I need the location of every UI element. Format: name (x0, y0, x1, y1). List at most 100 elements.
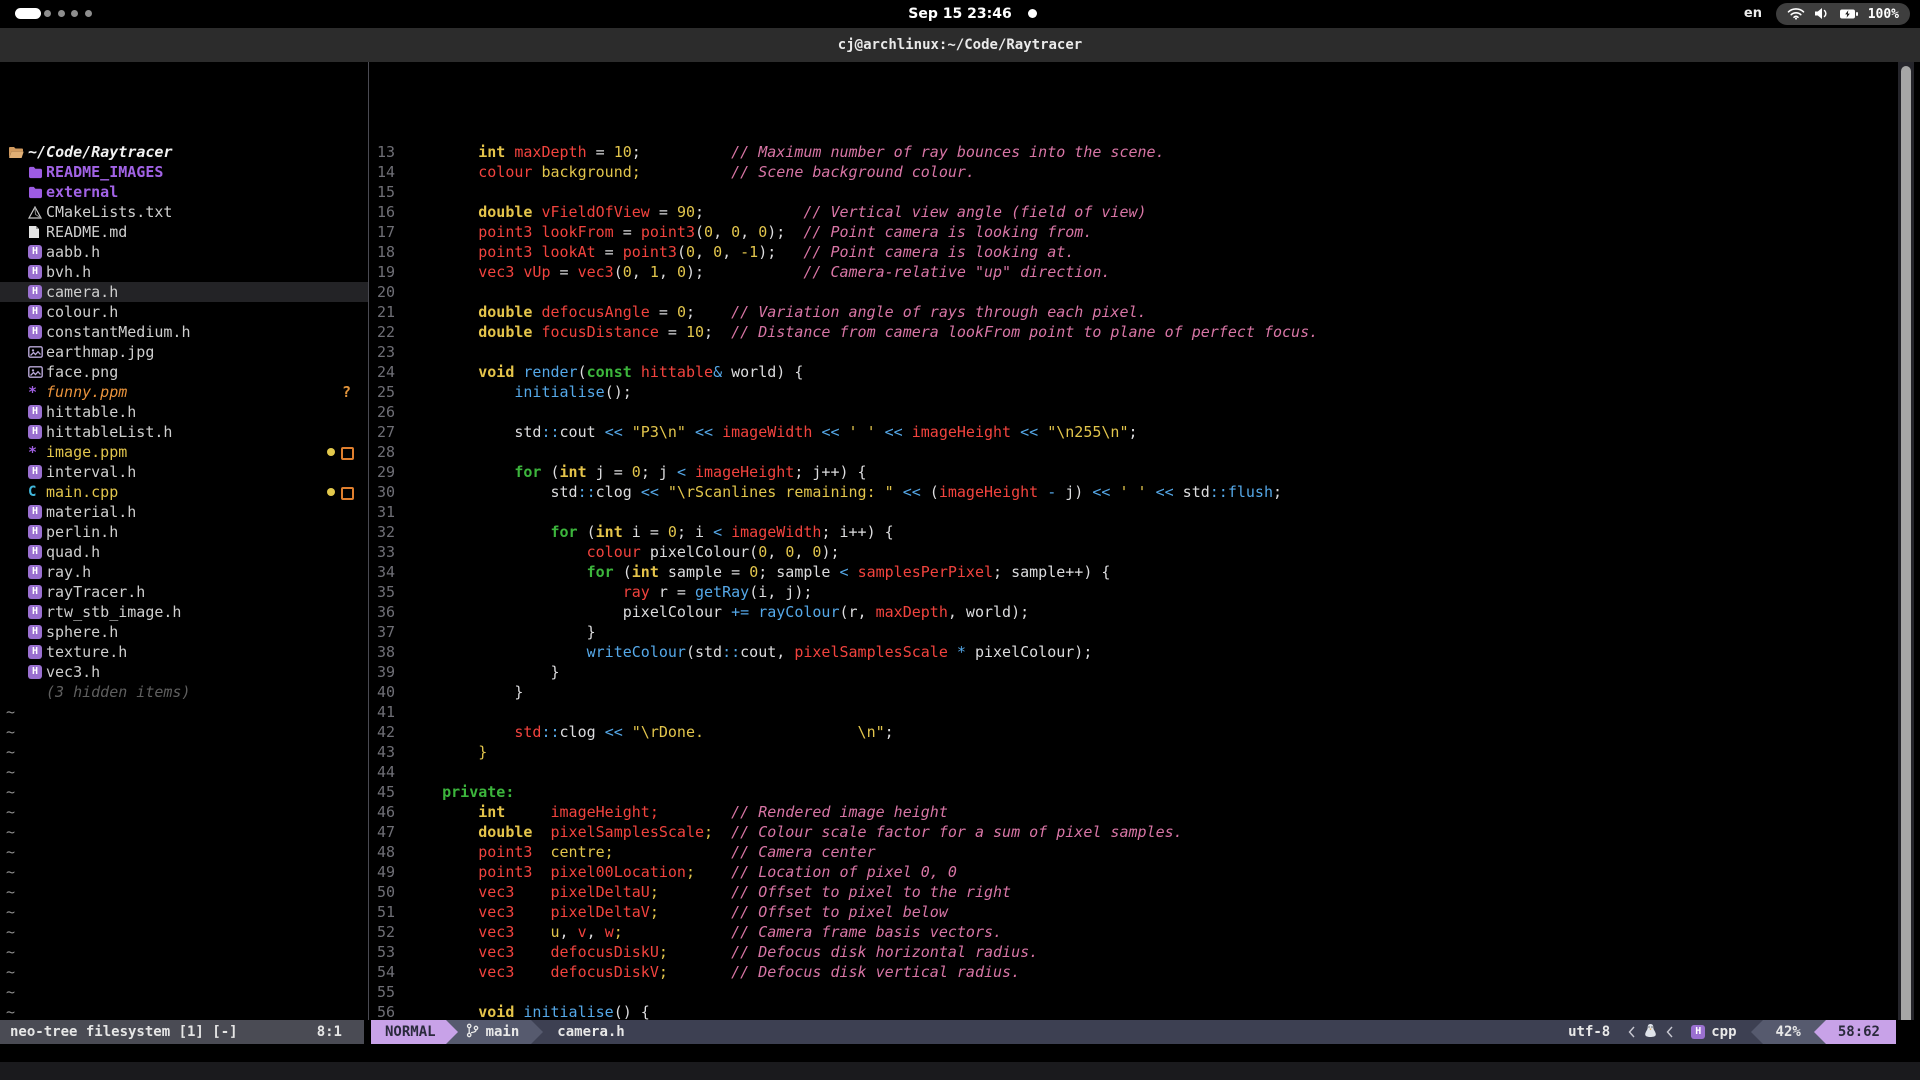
cursor-position-label: 58:62 (1826, 1020, 1896, 1044)
tree-item-raytracer.h[interactable]: HrayTracer.h (0, 582, 368, 602)
code-editor[interactable]: 13 int maxDepth = 10; // Maximum number … (369, 142, 1896, 1080)
folder-icon (28, 182, 43, 202)
code-line-52[interactable]: 52 vec3 u, v, w; // Camera frame basis v… (369, 922, 1896, 942)
line-number: 22 (369, 322, 395, 342)
tree-item-bvh.h[interactable]: Hbvh.h (0, 262, 368, 282)
code-line-23[interactable]: 23 (369, 342, 1896, 362)
code-line-28[interactable]: 28 (369, 442, 1896, 462)
system-top-bar: Sep 15 23:46 en 100% (0, 0, 1920, 28)
tree-item-sphere.h[interactable]: Hsphere.h (0, 622, 368, 642)
tree-item-external[interactable]: external (0, 182, 368, 202)
code-line-47[interactable]: 47 double pixelSamplesScale; // Colour s… (369, 822, 1896, 842)
tree-item-label: interval.h (46, 462, 136, 482)
scrollbar-track[interactable] (1898, 62, 1914, 1080)
star-icon: * (28, 442, 37, 462)
cpp-icon: C (28, 482, 36, 502)
code-line-56[interactable]: 56 void initialise() { (369, 1002, 1896, 1022)
line-number: 36 (369, 602, 395, 622)
tree-item-vec3.h[interactable]: Hvec3.h (0, 662, 368, 682)
code-line-30[interactable]: 30 std::clog << "\rScanlines remaining: … (369, 482, 1896, 502)
tree-item-ray.h[interactable]: Hray.h (0, 562, 368, 582)
tree-item--code-raytracer[interactable]: ~/Code/Raytracer (0, 142, 368, 162)
code-line-50[interactable]: 50 vec3 pixelDeltaU; // Offset to pixel … (369, 882, 1896, 902)
code-line-25[interactable]: 25 initialise(); (369, 382, 1896, 402)
code-line-27[interactable]: 27 std::cout << "P3\n" << imageWidth << … (369, 422, 1896, 442)
empty-line-tilde: ~ (0, 742, 368, 762)
code-line-29[interactable]: 29 for (int j = 0; j < imageHeight; j++)… (369, 462, 1896, 482)
code-line-17[interactable]: 17 point3 lookFrom = point3(0, 0, 0); //… (369, 222, 1896, 242)
code-line-43[interactable]: 43 } (369, 742, 1896, 762)
tree-item-constantmedium.h[interactable]: HconstantMedium.h (0, 322, 368, 342)
tree-item-hittablelist.h[interactable]: HhittableList.h (0, 422, 368, 442)
code-line-13[interactable]: 13 int maxDepth = 10; // Maximum number … (369, 142, 1896, 162)
code-line-34[interactable]: 34 for (int sample = 0; sample < samples… (369, 562, 1896, 582)
code-line-22[interactable]: 22 double focusDistance = 10; // Distanc… (369, 322, 1896, 342)
tree-item-image.ppm[interactable]: *image.ppm (0, 442, 368, 462)
neo-tree-sidebar[interactable]: ~/Code/RaytracerREADME_IMAGESexternalCMa… (0, 142, 368, 1080)
code-line-46[interactable]: 46 int imageHeight; // Rendered image he… (369, 802, 1896, 822)
tree-item-hittable.h[interactable]: Hhittable.h (0, 402, 368, 422)
tree-item-earthmap.jpg[interactable]: earthmap.jpg (0, 342, 368, 362)
code-line-44[interactable]: 44 (369, 762, 1896, 782)
code-line-38[interactable]: 38 writeColour(std::cout, pixelSamplesSc… (369, 642, 1896, 662)
tree-item-texture.h[interactable]: Htexture.h (0, 642, 368, 662)
header-icon: H (28, 542, 42, 562)
tree-item-readme-images[interactable]: README_IMAGES (0, 162, 368, 182)
code-line-48[interactable]: 48 point3 centre; // Camera center (369, 842, 1896, 862)
tree-item-quad.h[interactable]: Hquad.h (0, 542, 368, 562)
code-line-26[interactable]: 26 (369, 402, 1896, 422)
code-line-33[interactable]: 33 colour pixelColour(0, 0, 0); (369, 542, 1896, 562)
code-line-49[interactable]: 49 point3 pixel00Location; // Location o… (369, 862, 1896, 882)
tree-item-face.png[interactable]: face.png (0, 362, 368, 382)
code-line-32[interactable]: 32 for (int i = 0; i < imageWidth; i++) … (369, 522, 1896, 542)
code-line-14[interactable]: 14 colour background; // Scene backgroun… (369, 162, 1896, 182)
tree-item-label: rtw_stb_image.h (46, 602, 181, 622)
code-line-37[interactable]: 37 } (369, 622, 1896, 642)
code-line-42[interactable]: 42 std::clog << "\rDone. \n"; (369, 722, 1896, 742)
tree-item-cmakelists.txt[interactable]: CMakeLists.txt (0, 202, 368, 222)
tree-item-colour.h[interactable]: Hcolour.h (0, 302, 368, 322)
code-line-54[interactable]: 54 vec3 defocusDiskV; // Defocus disk ve… (369, 962, 1896, 982)
code-line-40[interactable]: 40 } (369, 682, 1896, 702)
code-line-36[interactable]: 36 pixelColour += rayColour(r, maxDepth,… (369, 602, 1896, 622)
system-tray[interactable]: 100% (1776, 3, 1910, 25)
tree-item--3-hidden-items-[interactable]: (3 hidden items) (0, 682, 368, 702)
code-line-53[interactable]: 53 vec3 defocusDiskU; // Defocus disk ho… (369, 942, 1896, 962)
git-branch-name: main (486, 1024, 520, 1040)
window-separator[interactable] (368, 62, 369, 1044)
tree-item-interval.h[interactable]: Hinterval.h (0, 462, 368, 482)
terminal-titlebar[interactable]: cj@archlinux:~/Code/Raytracer (0, 28, 1920, 62)
code-line-19[interactable]: 19 vec3 vUp = vec3(0, 1, 0); // Camera-r… (369, 262, 1896, 282)
code-line-41[interactable]: 41 (369, 702, 1896, 722)
scrollbar-thumb[interactable] (1901, 66, 1911, 1072)
language-indicator[interactable]: en (1744, 0, 1762, 28)
code-line-51[interactable]: 51 vec3 pixelDeltaV; // Offset to pixel … (369, 902, 1896, 922)
code-line-21[interactable]: 21 double defocusAngle = 0; // Variation… (369, 302, 1896, 322)
code-line-20[interactable]: 20 (369, 282, 1896, 302)
tree-item-label: material.h (46, 502, 136, 522)
tree-item-funny.ppm[interactable]: *funny.ppm? (0, 382, 368, 402)
tree-item-main.cpp[interactable]: Cmain.cpp (0, 482, 368, 502)
tree-item-label: quad.h (46, 542, 100, 562)
tree-item-readme.md[interactable]: README.md (0, 222, 368, 242)
tree-item-label: ray.h (46, 562, 91, 582)
code-line-31[interactable]: 31 (369, 502, 1896, 522)
code-line-16[interactable]: 16 double vFieldOfView = 90; // Vertical… (369, 202, 1896, 222)
code-line-55[interactable]: 55 (369, 982, 1896, 1002)
tree-item-aabb.h[interactable]: Haabb.h (0, 242, 368, 262)
tree-item-perlin.h[interactable]: Hperlin.h (0, 522, 368, 542)
header-icon: H (28, 462, 42, 482)
code-line-15[interactable]: 15 (369, 182, 1896, 202)
code-line-45[interactable]: 45 private: (369, 782, 1896, 802)
code-line-18[interactable]: 18 point3 lookAt = point3(0, 0, -1); // … (369, 242, 1896, 262)
code-line-24[interactable]: 24 void render(const hittable& world) { (369, 362, 1896, 382)
tree-item-camera.h[interactable]: Hcamera.h (0, 282, 368, 302)
header-icon: H (28, 622, 42, 642)
empty-line-tilde: ~ (0, 842, 368, 862)
tree-item-material.h[interactable]: Hmaterial.h (0, 502, 368, 522)
code-line-35[interactable]: 35 ray r = getRay(i, j); (369, 582, 1896, 602)
command-line[interactable] (0, 1044, 1920, 1062)
code-line-39[interactable]: 39 } (369, 662, 1896, 682)
tree-item-label: rayTracer.h (46, 582, 145, 602)
tree-item-rtw-stb-image.h[interactable]: Hrtw_stb_image.h (0, 602, 368, 622)
